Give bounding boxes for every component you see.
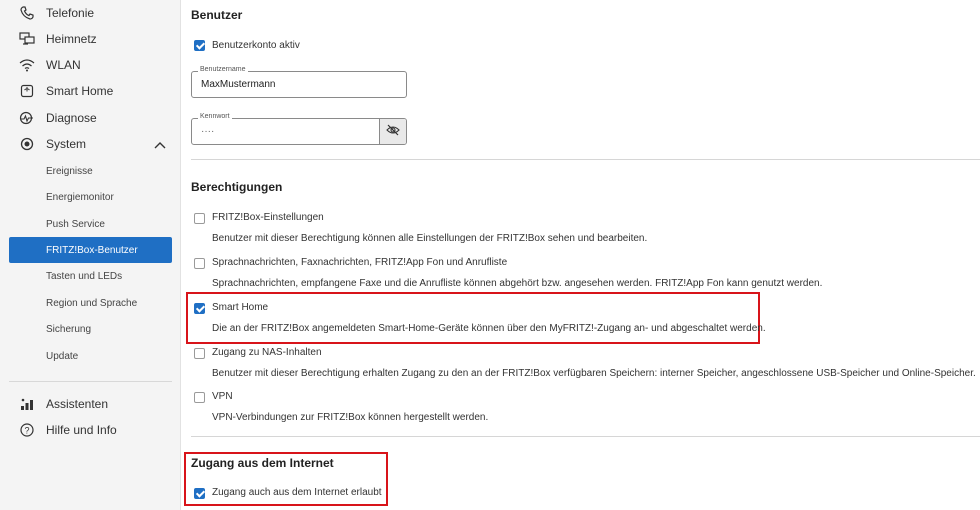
sidebar-item-telefonie[interactable]: Telefonie [0,0,180,26]
divider [191,436,980,437]
permission-checkbox-sprachnachrichten[interactable] [194,258,205,269]
internet-access-checkbox[interactable] [194,488,205,499]
password-field-label: Kennwort [198,113,232,120]
sidebar-item-wlan[interactable]: WLAN [0,52,180,78]
password-field[interactable]: Kennwort ···· [191,113,407,145]
permission-checkbox-smart-home[interactable] [194,303,205,314]
sidebar-item-assistenten[interactable]: Assistenten [0,391,180,417]
sidebar-item-label: System [46,137,87,151]
permission-description: Sprachnachrichten, empfangene Faxe und d… [212,278,823,289]
diagnose-icon [18,109,36,127]
sidebar-item-label: Heimnetz [46,32,97,46]
sidebar-item-label: Hilfe und Info [46,423,117,437]
username-field[interactable]: Benutzername MaxMustermann [191,66,407,98]
main-content: Benutzer Benutzerkonto aktiv Benutzernam… [181,0,980,510]
sidebar-item-diagnose[interactable]: Diagnose [0,105,180,131]
permission-description: Die an der FRITZ!Box angemeldeten Smart-… [212,323,766,334]
sidebar-subitem-sicherung[interactable]: Sicherung [9,316,172,342]
sidebar-item-label: Assistenten [46,397,109,411]
permission-checkbox-nas[interactable] [194,348,205,359]
permission-label: Zugang zu NAS-Inhalten [212,347,322,358]
sidebar-item-system[interactable]: System [0,131,180,157]
divider [191,159,980,160]
sidebar-subitem-ereignisse[interactable]: Ereignisse [9,158,172,184]
phone-icon [18,4,36,22]
network-icon [18,30,36,48]
sidebar-subitem-label: Push Service [46,218,105,230]
eye-off-icon [386,123,400,141]
wizard-icon [18,395,36,413]
sidebar-item-heimnetz[interactable]: Heimnetz [0,26,180,52]
sidebar-subitem-update[interactable]: Update [9,343,172,369]
permission-checkbox-fritzbox-einstellungen[interactable] [194,213,205,224]
sidebar-subitem-label: Region und Sprache [46,297,138,309]
sidebar-subitem-energiemonitor[interactable]: Energiemonitor [9,184,172,210]
section-heading-benutzer: Benutzer [191,8,243,22]
system-icon [18,135,36,153]
account-active-checkbox[interactable] [194,40,205,51]
permission-description: Benutzer mit dieser Berechtigung erhalte… [212,368,976,379]
chevron-up-icon[interactable] [154,138,166,156]
smart-home-icon [18,82,36,100]
password-value: ···· [201,126,215,137]
sidebar-subitem-label: Update [46,350,79,362]
sidebar-item-hilfe-und-info[interactable]: ? Hilfe und Info [0,417,180,443]
sidebar-divider [9,381,172,382]
sidebar-subitem-push-service[interactable]: Push Service [9,211,172,237]
sidebar-item-label: Diagnose [46,111,97,125]
highlight-box-smart-home [186,292,760,344]
sidebar-subitem-fritzbox-benutzer[interactable]: FRITZ!Box-Benutzer [9,237,172,263]
sidebar-item-label: Smart Home [46,84,114,98]
sidebar-item-label: WLAN [46,58,81,72]
section-heading-internet: Zugang aus dem Internet [191,456,334,470]
permission-checkbox-vpn[interactable] [194,392,205,403]
sidebar-subitem-label: FRITZ!Box-Benutzer [46,244,138,256]
wifi-icon [18,56,36,74]
sidebar-item-smart-home[interactable]: Smart Home [0,78,180,104]
username-field-label: Benutzername [198,66,248,73]
sidebar-subitem-region-und-sprache[interactable]: Region und Sprache [9,290,172,316]
toggle-password-visibility-button[interactable] [379,119,406,144]
permission-label: VPN [212,391,233,402]
permission-description: Benutzer mit dieser Berechtigung können … [212,233,648,244]
sidebar: Telefonie Heimnetz WLAN Smart Home Diagn… [0,0,181,510]
section-heading-berechtigungen: Berechtigungen [191,180,283,194]
permission-label: Smart Home [212,302,269,313]
svg-text:?: ? [24,426,29,436]
username-value: MaxMustermann [201,79,276,90]
sidebar-subitem-tasten-und-leds[interactable]: Tasten und LEDs [9,263,172,289]
permission-label: Sprachnachrichten, Faxnachrichten, FRITZ… [212,257,508,268]
sidebar-subitem-label: Sicherung [46,323,92,335]
sidebar-item-label: Telefonie [46,6,95,20]
internet-access-label: Zugang auch aus dem Internet erlaubt [212,487,382,498]
account-active-label: Benutzerkonto aktiv [212,40,300,51]
permission-label: FRITZ!Box-Einstellungen [212,212,324,223]
sidebar-subitem-label: Ereignisse [46,165,93,177]
permission-description: VPN-Verbindungen zur FRITZ!Box können he… [212,412,489,423]
sidebar-subitem-label: Energiemonitor [46,191,114,203]
sidebar-subitem-label: Tasten und LEDs [46,270,123,282]
help-icon: ? [18,421,36,439]
